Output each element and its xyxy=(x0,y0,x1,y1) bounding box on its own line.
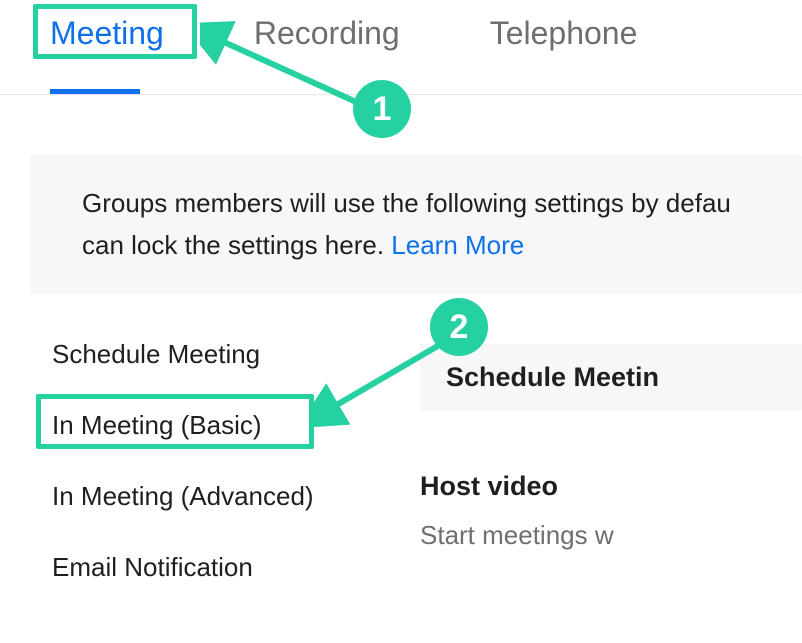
sidebar-item-schedule-meeting[interactable]: Schedule Meeting xyxy=(52,339,420,370)
tab-recording[interactable]: Recording xyxy=(254,15,400,94)
settings-sidebar: Schedule Meeting In Meeting (Basic) In M… xyxy=(0,339,420,583)
sidebar-item-email-notification[interactable]: Email Notification xyxy=(52,552,420,583)
group-settings-banner: Groups members will use the following se… xyxy=(30,155,802,294)
settings-detail: Schedule Meetin Host video Start meeting… xyxy=(420,339,802,583)
banner-text-line1: Groups members will use the following se… xyxy=(82,188,731,218)
setting-title-host-video: Host video xyxy=(420,471,802,502)
section-header-schedule-meeting: Schedule Meetin xyxy=(420,344,802,411)
sidebar-item-in-meeting-advanced[interactable]: In Meeting (Advanced) xyxy=(52,481,420,512)
tab-telephone[interactable]: Telephone xyxy=(490,15,638,94)
settings-tabs: Meeting Recording Telephone xyxy=(0,0,802,95)
content-area: Schedule Meeting In Meeting (Basic) In M… xyxy=(0,339,802,583)
tab-meeting[interactable]: Meeting xyxy=(50,15,164,94)
setting-desc-host-video: Start meetings w xyxy=(420,520,802,551)
banner-text-line2: can lock the settings here. xyxy=(82,230,391,260)
learn-more-link[interactable]: Learn More xyxy=(391,230,524,260)
sidebar-item-in-meeting-basic[interactable]: In Meeting (Basic) xyxy=(52,410,420,441)
